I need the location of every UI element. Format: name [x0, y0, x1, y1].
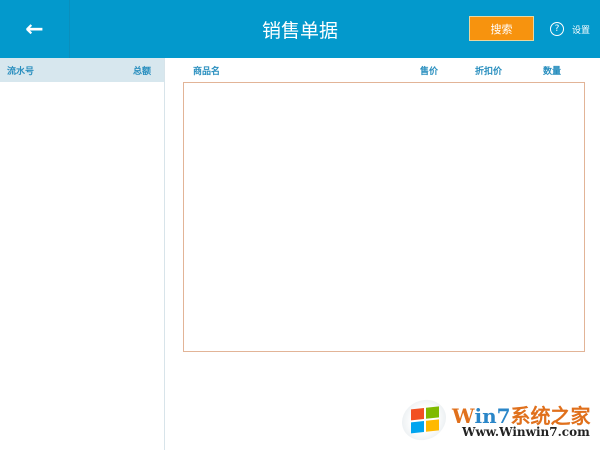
- windows-logo-icon: [402, 397, 446, 443]
- watermark-url: Www.Winwin7.com: [462, 425, 590, 439]
- settings-link[interactable]: 设置: [572, 23, 590, 36]
- receipt-list-header: 流水号 总额: [0, 58, 164, 82]
- column-price: 售价: [420, 67, 439, 77]
- column-quantity: 数量: [543, 67, 562, 77]
- help-icon[interactable]: ?: [550, 22, 564, 36]
- watermark-logo: Win7系统之家 Www.Winwin7.com: [402, 397, 597, 444]
- receipt-list-panel: 流水号 总额: [0, 58, 165, 450]
- column-total: 总额: [132, 66, 151, 77]
- app-header: ← 销售单据 搜索 ? 设置: [0, 0, 600, 58]
- column-serial-number: 流水号: [7, 66, 35, 77]
- column-product-name: 商品名: [193, 67, 221, 77]
- detail-table-body: [183, 82, 585, 352]
- search-button[interactable]: 搜索: [469, 16, 534, 41]
- column-discount-price: 折扣价: [475, 67, 503, 77]
